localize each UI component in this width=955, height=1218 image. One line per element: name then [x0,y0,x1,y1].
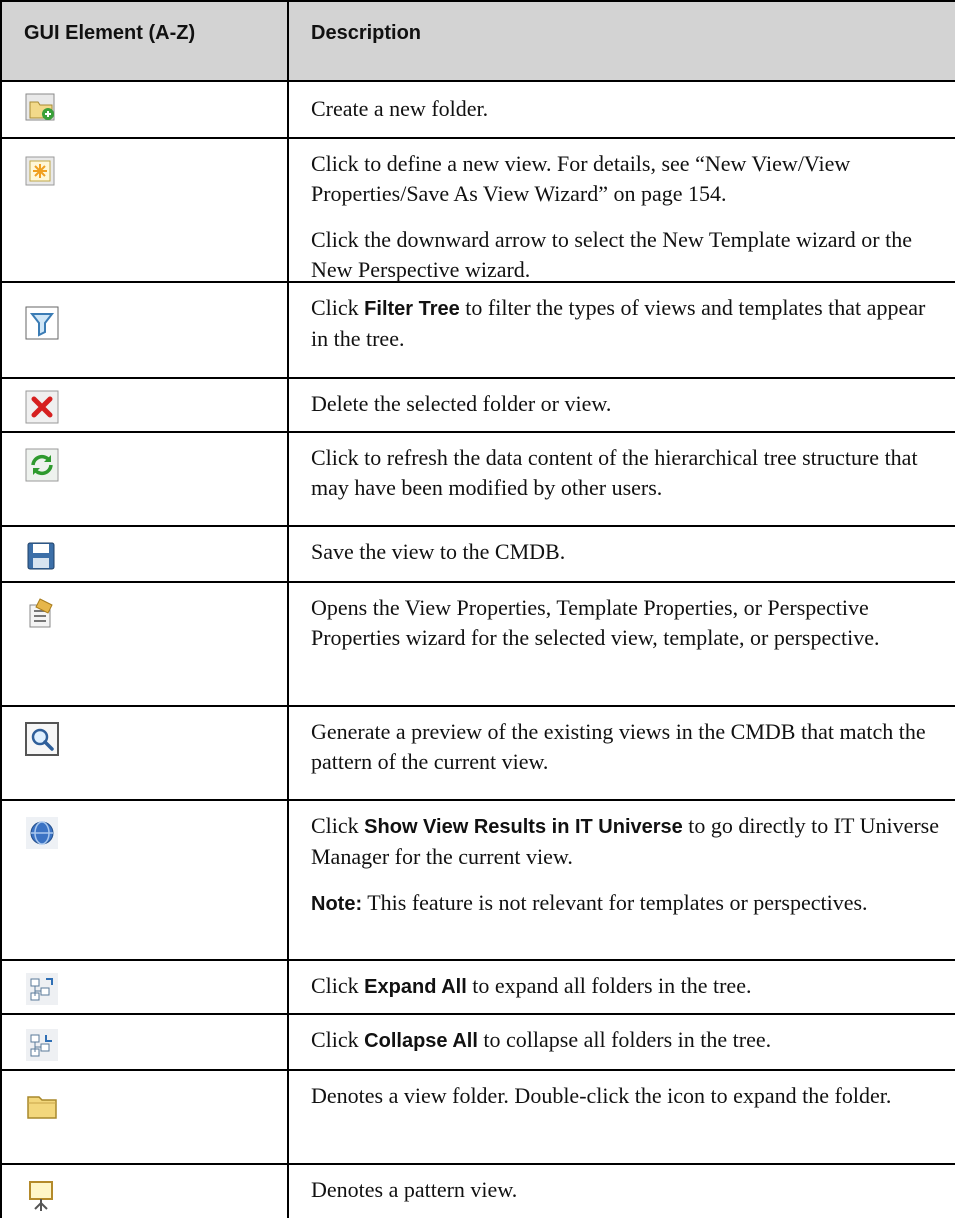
expand-all-icon [24,971,64,1011]
row-description: Save the view to the CMDB. [311,537,941,567]
header-gui-element: GUI Element (A-Z) [24,22,196,44]
description-paragraph: Click Show View Results in IT Universe t… [311,811,941,872]
row-divider [0,1163,955,1165]
description-paragraph: Save the view to the CMDB. [311,539,566,564]
description-paragraph: Delete the selected folder or view. [311,391,612,416]
row-divider [0,1013,955,1015]
globe-icon [24,815,64,855]
new-folder-icon [24,90,64,130]
row-description: Delete the selected folder or view. [311,389,941,419]
row-description: Click to refresh the data content of the… [311,443,941,503]
save-icon [24,539,64,579]
delete-icon [24,389,64,429]
collapse-all-icon [24,1027,64,1067]
folder-icon [24,1089,64,1129]
row-divider [0,581,955,583]
row-description: Click Show View Results in IT Universe t… [311,811,941,919]
description-paragraph: Opens the View Properties, Template Prop… [311,595,880,650]
description-paragraph: Create a new folder. [311,96,489,121]
row-divider [0,377,955,379]
table-border-left [0,0,2,1218]
description-paragraph: Click Expand All to expand all folders i… [311,971,941,1002]
ui-term: Expand All [364,976,467,998]
refresh-icon [24,447,64,487]
preview-icon [24,721,64,761]
description-paragraph: Denotes a pattern view. [311,1177,518,1202]
description-paragraph: Click Filter Tree to filter the types of… [311,293,941,354]
row-divider [0,525,955,527]
description-paragraph: Click the downward arrow to select the N… [311,227,913,282]
column-divider [287,0,289,1218]
table-border-top [0,0,955,2]
description-text: to expand all folders in the tree. [466,973,752,998]
header-divider [0,80,955,82]
description-paragraph: Click Collapse All to collapse all folde… [311,1025,941,1056]
pattern-view-icon [24,1177,64,1217]
row-divider [0,705,955,707]
ui-term: Collapse All [364,1030,478,1052]
description-text: Click [311,813,365,838]
row-description: Create a new folder. [311,94,941,124]
row-description: Click Filter Tree to filter the types of… [311,293,941,354]
row-description: Opens the View Properties, Template Prop… [311,593,941,653]
ui-term: Show View Results in IT Universe [364,816,683,838]
description-paragraph: Click to define a new view. For details,… [311,151,851,206]
description-paragraph: Denotes a view folder. Double-click the … [311,1083,892,1108]
row-description: Click Collapse All to collapse all folde… [311,1025,941,1056]
row-description: Click to define a new view. For details,… [311,149,941,285]
row-divider [0,137,955,139]
row-description: Generate a preview of the existing views… [311,717,941,777]
description-text: to collapse all folders in the tree. [477,1027,772,1052]
description-text: This feature is not relevant for templat… [362,890,868,915]
row-divider [0,959,955,961]
properties-icon [24,595,64,635]
row-description: Click Expand All to expand all folders i… [311,971,941,1002]
row-description: Denotes a pattern view. [311,1175,941,1205]
description-text: Click [311,295,365,320]
description-paragraph: Click to refresh the data content of the… [311,445,918,500]
description-text: Click [311,973,365,998]
filter-icon [24,305,64,345]
description-paragraph: Generate a preview of the existing views… [311,719,926,774]
row-divider [0,1069,955,1071]
description-paragraph: Note: This feature is not relevant for t… [311,888,941,919]
ui-term: Filter Tree [364,298,460,320]
description-text: Click [311,1027,365,1052]
table-header: GUI Element (A-Z) Description [0,0,955,81]
header-description: Description [311,22,422,44]
row-divider [0,431,955,433]
new-view-icon [24,153,64,193]
ui-term: Note: [311,893,363,915]
row-description: Denotes a view folder. Double-click the … [311,1081,941,1111]
row-divider [0,799,955,801]
